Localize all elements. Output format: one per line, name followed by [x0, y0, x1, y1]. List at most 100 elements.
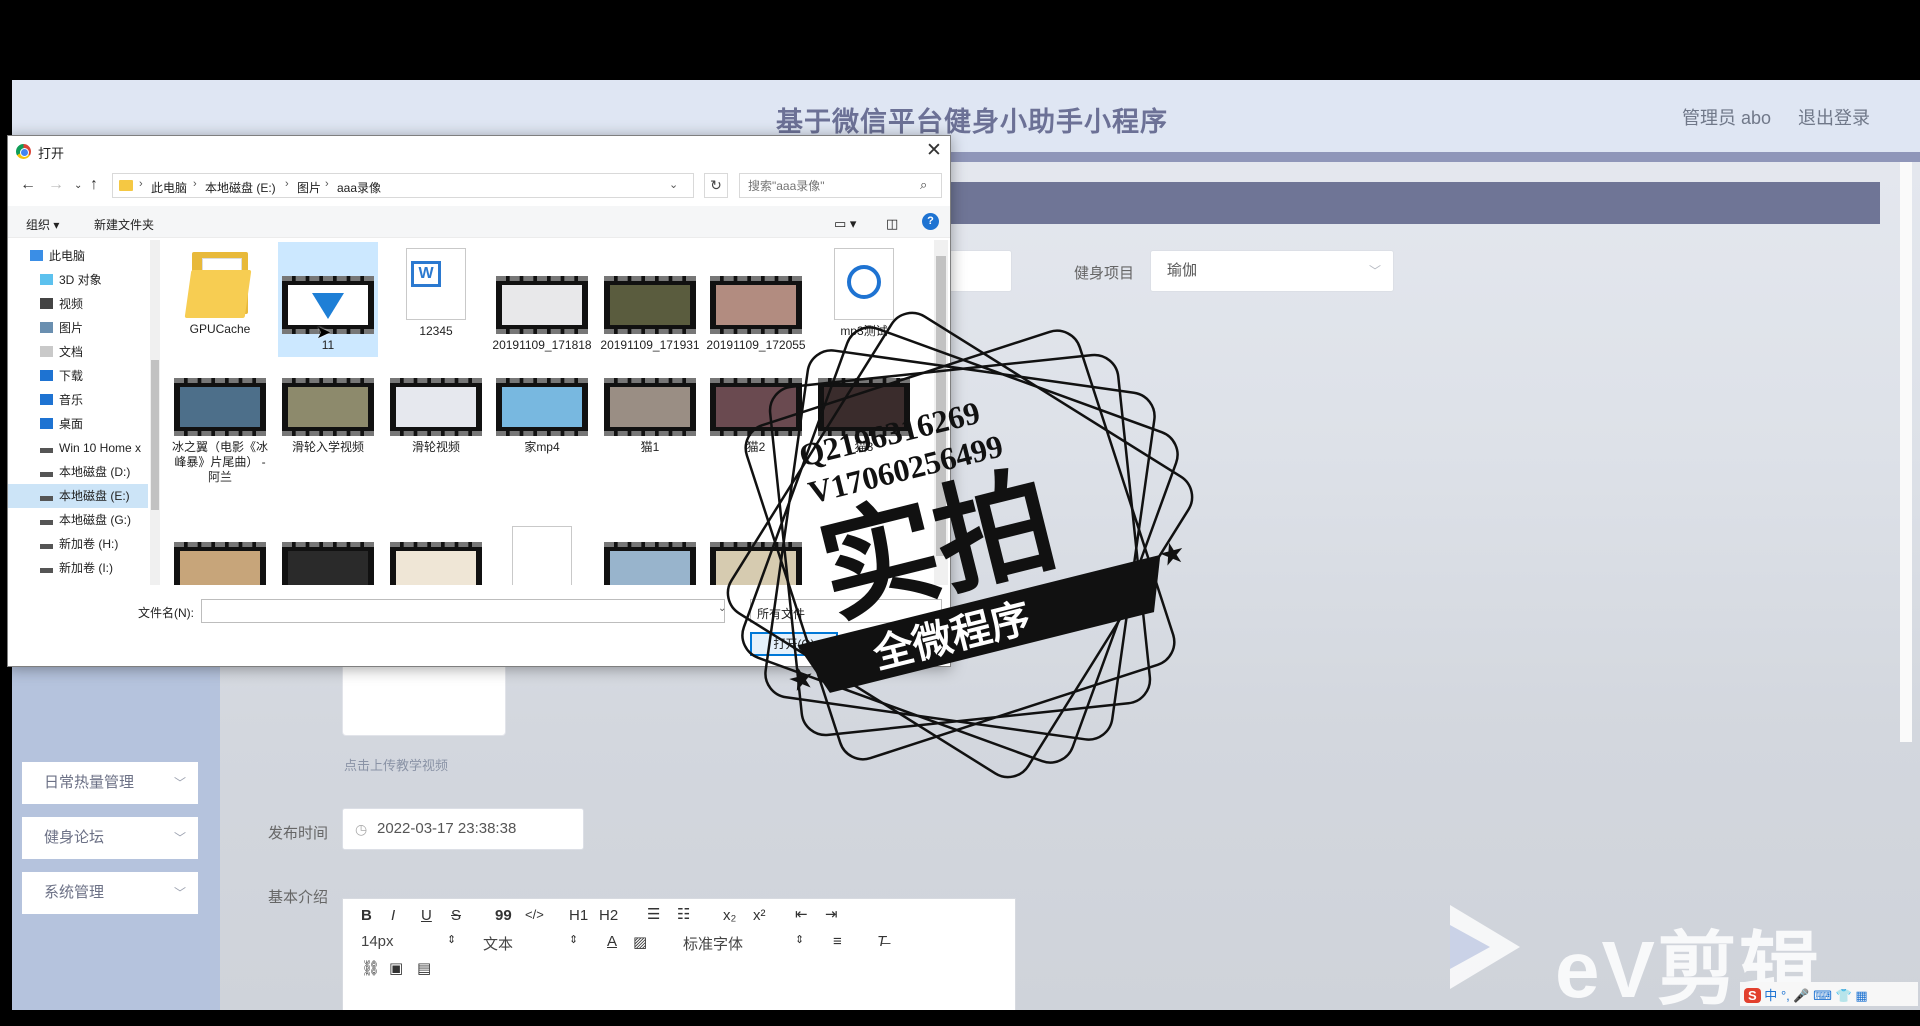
file-item[interactable]: [600, 536, 700, 585]
nav-item-3d[interactable]: 3D 对象: [8, 268, 148, 292]
sidebar-item-system[interactable]: 系统管理 ﹀: [22, 872, 198, 914]
nav-item-drive-d[interactable]: 本地磁盘 (D:): [8, 460, 148, 484]
file-item[interactable]: 20191109_171818: [492, 242, 592, 353]
admin-label: 管理员 abo: [1682, 108, 1772, 128]
address-bar[interactable]: › 此电脑 › 本地磁盘 (E:) › 图片 › aaa录像 ⌄: [112, 173, 694, 198]
background-color-icon[interactable]: ▨: [633, 933, 647, 951]
file-item[interactable]: 冰之翼（电影《冰峰暴》片尾曲） - 阿兰: [170, 372, 270, 485]
outdent-icon[interactable]: ⇤: [795, 905, 808, 923]
close-icon[interactable]: ✕: [926, 139, 942, 162]
command-bar: 组织 ▾ 新建文件夹 ▭ ▾ ◫ ?: [8, 206, 950, 238]
ordered-list-icon[interactable]: ☰: [647, 905, 660, 923]
italic-button[interactable]: I: [391, 907, 395, 924]
mic-icon: 🎤: [1793, 988, 1810, 1003]
video-thumbnail: [174, 378, 266, 436]
font-color-icon[interactable]: A: [607, 933, 617, 950]
nav-item-drive-i[interactable]: 新加卷 (I:): [8, 556, 148, 580]
bullet-list-icon[interactable]: ☷: [677, 905, 690, 923]
font-size-select[interactable]: 14px: [361, 933, 394, 950]
chevron-down-icon: ﹀: [1368, 264, 1381, 278]
strike-button[interactable]: S: [451, 907, 461, 924]
subscript-button[interactable]: x₂: [723, 907, 736, 924]
breadcrumb-item[interactable]: 图片: [297, 179, 321, 196]
superscript-button[interactable]: x²: [753, 907, 766, 924]
breadcrumb-item[interactable]: aaa录像: [337, 179, 381, 196]
h2-button[interactable]: H2: [599, 907, 618, 924]
file-item[interactable]: GPUCache: [170, 242, 270, 337]
underline-button[interactable]: U: [421, 907, 432, 924]
link-icon[interactable]: ⛓: [361, 959, 380, 977]
nav-item-drive-h[interactable]: 新加卷 (H:): [8, 532, 148, 556]
updown-icon: ⇕: [795, 934, 805, 946]
filename-input[interactable]: [201, 599, 725, 623]
file-item[interactable]: W 12345: [386, 242, 486, 339]
computer-icon: [30, 250, 43, 261]
publish-time-input[interactable]: ◷ 2022-03-17 23:38:38: [342, 808, 584, 850]
file-item[interactable]: 家mp4: [492, 372, 592, 455]
up-arrow-icon[interactable]: ↑: [90, 176, 98, 194]
view-options-icon[interactable]: ▭ ▾: [834, 216, 856, 232]
nav-item-music[interactable]: 音乐: [8, 388, 148, 412]
sidebar-item-forum[interactable]: 健身论坛 ﹀: [22, 817, 198, 859]
file-item[interactable]: 滑轮入学视频: [278, 372, 378, 455]
preview-pane-icon[interactable]: ◫: [886, 216, 898, 232]
new-folder-button[interactable]: 新建文件夹: [94, 216, 154, 233]
file-item[interactable]: [386, 536, 486, 585]
folder-icon: [184, 248, 252, 318]
sidebar-item-label: 健身论坛: [44, 829, 105, 846]
dialog-titlebar: 打开 ✕: [8, 136, 950, 166]
font-family-select[interactable]: 标准字体: [683, 933, 743, 954]
code-button[interactable]: </>: [525, 907, 544, 922]
recent-dropdown-icon[interactable]: ⌄: [74, 180, 82, 191]
chevron-down-icon[interactable]: ⌄: [669, 178, 678, 191]
page-scrollbar[interactable]: [1900, 162, 1912, 742]
nav-item-drive-c[interactable]: Win 10 Home x: [8, 436, 148, 460]
file-item[interactable]: [278, 536, 378, 585]
help-icon[interactable]: ?: [922, 213, 939, 230]
sidebar-item-calorie[interactable]: 日常热量管理 ﹀: [22, 762, 198, 804]
back-arrow-icon[interactable]: ←: [20, 176, 36, 194]
nav-item-this-pc[interactable]: 此电脑: [8, 244, 148, 268]
word-document-icon: W: [406, 248, 466, 320]
quote-button[interactable]: 99: [495, 907, 512, 924]
nav-item-drive-g[interactable]: 本地磁盘 (G:): [8, 508, 148, 532]
breadcrumb-item[interactable]: 本地磁盘 (E:): [205, 179, 276, 196]
grid-icon: ▦: [1855, 988, 1868, 1003]
file-item[interactable]: 20191109_171931: [600, 242, 700, 353]
nav-scrollbar[interactable]: [150, 240, 160, 585]
nav-item-downloads[interactable]: 下载: [8, 364, 148, 388]
rich-text-editor[interactable]: B I U S 99 </> H1 H2 ☰ ☷ x₂ x² ⇤ ⇥ 14px …: [342, 898, 1016, 1010]
breadcrumb-item[interactable]: 此电脑: [151, 179, 187, 196]
drive-icon: [40, 496, 53, 501]
file-name: 家mp4: [524, 440, 560, 454]
ime-toolbar[interactable]: S 中 °, 🎤 ⌨ 👕 ▦: [1740, 982, 1918, 1006]
video-icon[interactable]: ▤: [417, 959, 431, 977]
forward-arrow-icon[interactable]: →: [48, 176, 64, 194]
file-item[interactable]: 滑轮视频: [386, 372, 486, 455]
stamp-watermark: Q2196316269 V17060256499 实拍 全微程序 ★ ★: [726, 311, 1194, 779]
nav-item-pictures[interactable]: 图片: [8, 316, 148, 340]
nav-item-video[interactable]: 视频: [8, 292, 148, 316]
nav-item-documents[interactable]: 文档: [8, 340, 148, 364]
text-style-select[interactable]: 文本: [483, 933, 513, 954]
bold-button[interactable]: B: [361, 907, 372, 924]
logout-button[interactable]: 退出登录: [1798, 104, 1870, 130]
chevron-down-icon: ﹀: [173, 776, 186, 790]
clear-format-icon[interactable]: T̶: [877, 933, 886, 950]
nav-item-drive-e[interactable]: 本地磁盘 (E:): [8, 484, 148, 508]
video-thumbnail: [496, 276, 588, 334]
file-item[interactable]: [170, 536, 270, 585]
file-item[interactable]: 猫1: [600, 372, 700, 455]
refresh-icon[interactable]: ↻: [704, 173, 728, 198]
nav-item-desktop[interactable]: 桌面: [8, 412, 148, 436]
align-icon[interactable]: ≡: [833, 933, 842, 950]
video-icon: [40, 298, 53, 309]
h1-button[interactable]: H1: [569, 907, 588, 924]
indent-icon[interactable]: ⇥: [825, 905, 838, 923]
file-item[interactable]: [492, 520, 592, 585]
organize-button[interactable]: 组织 ▾: [26, 216, 59, 233]
nav-scroll-thumb[interactable]: [151, 360, 159, 510]
file-name: 20191109_171931: [600, 338, 700, 352]
search-input[interactable]: [739, 173, 942, 198]
image-icon[interactable]: ▣: [389, 959, 403, 977]
